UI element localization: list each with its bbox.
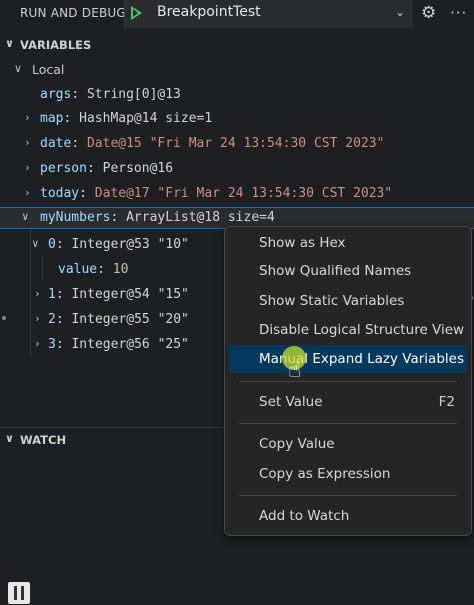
chevron-down-icon: ∨ [32, 237, 39, 250]
section-divider [0, 427, 230, 428]
chevron-right-icon: › [34, 337, 41, 350]
chevron-down-icon: ∨ [22, 210, 29, 223]
chevron-right-icon: › [24, 186, 31, 199]
menu-item-show-as-hex[interactable]: Show as Hex [229, 229, 467, 257]
variable-value: 10 [112, 262, 129, 277]
variables-header-label: VARIABLES [20, 38, 92, 52]
menu-item-label: Set Value [259, 394, 323, 410]
view-title: RUN AND DEBUG [20, 6, 126, 20]
variable-row-args[interactable]: args: String[0]@13 [0, 84, 474, 106]
variable-value: Integer@56 "25" [71, 337, 189, 352]
debug-toolbar: RUN AND DEBUG BreakpointTest ⌄ ⚙ ··· [0, 0, 474, 28]
menu-item-show-qualified-names[interactable]: Show Qualified Names [229, 257, 467, 285]
menu-item-shortcut: F2 [438, 394, 455, 410]
menu-item-label: Show Qualified Names [259, 263, 412, 279]
menu-item-label: Copy as Expression [259, 466, 391, 482]
variable-name: 1 [48, 287, 56, 302]
scope-local[interactable]: ∨ Local [0, 59, 474, 81]
launch-config-dropdown[interactable]: BreakpointTest ⌄ [124, 0, 413, 28]
chevron-right-icon: › [24, 111, 31, 124]
variable-name: map [40, 111, 64, 126]
chevron-down-icon: ∨ [5, 37, 14, 50]
launch-config-name: BreakpointTest [157, 4, 261, 20]
gear-icon[interactable]: ⚙ [421, 3, 436, 23]
variable-value: ArrayList@18 size=4 [126, 210, 275, 225]
chevron-down-icon: ∨ [5, 432, 14, 445]
pause-icon [21, 586, 24, 600]
menu-item-show-static-variables[interactable]: Show Static Variables [229, 287, 467, 315]
variable-value: Integer@55 "20" [71, 312, 189, 327]
menu-separator [239, 381, 457, 382]
variable-value: Date@15 "Fri Mar 24 13:54:30 CST 2023" [86, 136, 385, 151]
variables-section-header[interactable]: ∨ VARIABLES [0, 34, 474, 56]
variable-name: person [40, 161, 87, 176]
menu-item-label: Show as Hex [259, 235, 346, 251]
variable-value: Integer@53 "10" [71, 237, 189, 252]
scope-label: Local [32, 62, 65, 77]
variable-value: HashMap@14 size=1 [79, 111, 213, 126]
variable-name: 3 [48, 337, 56, 352]
variable-row-today[interactable]: › today: Date@17 "Fri Mar 24 13:54:30 CS… [0, 183, 474, 205]
menu-item-set-value[interactable]: Set Value F2 [229, 388, 467, 416]
pause-icon [14, 586, 17, 600]
pause-button[interactable] [8, 582, 30, 604]
variable-value: Person@16 [102, 161, 174, 176]
context-menu: Show as Hex Show Qualified Names Show St… [224, 226, 472, 536]
chevron-right-icon: › [34, 312, 41, 325]
menu-item-copy-value[interactable]: Copy Value [229, 430, 467, 458]
chevron-right-icon: › [24, 161, 31, 174]
variable-name: args [40, 87, 72, 102]
chevron-right-icon: › [34, 287, 41, 300]
watch-header-label: WATCH [20, 433, 67, 447]
menu-separator [239, 495, 457, 496]
menu-item-label: Disable Logical Structure View [259, 322, 465, 338]
variable-name: 2 [48, 312, 56, 327]
variable-name: 0 [48, 237, 56, 252]
variable-name: value [58, 262, 98, 277]
chevron-down-icon: ∨ [14, 62, 23, 75]
menu-separator [239, 423, 457, 424]
variable-value: Integer@54 "15" [71, 287, 189, 302]
menu-item-label: Show Static Variables [259, 293, 405, 309]
menu-item-copy-as-expression[interactable]: Copy as Expression [229, 460, 467, 488]
menu-item-manual-expand-lazy[interactable]: Manual Expand Lazy Variables [229, 345, 467, 373]
play-icon-inner [133, 9, 138, 17]
sash-handle[interactable] [2, 316, 6, 320]
menu-item-disable-logical-structure[interactable]: Disable Logical Structure View [229, 316, 467, 344]
variable-name: today [40, 186, 80, 201]
variable-name: myNumbers [40, 210, 111, 225]
variable-name: date [40, 136, 72, 151]
more-actions-icon[interactable]: ··· [450, 4, 467, 22]
variable-value: String[0]@13 [86, 87, 181, 102]
menu-item-label: Add to Watch [259, 508, 350, 524]
menu-item-label: Copy Value [259, 436, 335, 452]
variable-value: Date@17 "Fri Mar 24 13:54:30 CST 2023" [94, 186, 393, 201]
variable-row-map[interactable]: › map: HashMap@14 size=1 [0, 108, 474, 130]
chevron-down-icon[interactable]: ⌄ [395, 5, 405, 19]
variable-row-date[interactable]: › date: Date@15 "Fri Mar 24 13:54:30 CST… [0, 133, 474, 155]
variable-row-person[interactable]: › person: Person@16 [0, 158, 474, 180]
hand-cursor-icon: ☝ [288, 358, 302, 383]
menu-item-add-to-watch[interactable]: Add to Watch [229, 502, 467, 530]
chevron-right-icon: › [24, 136, 31, 149]
